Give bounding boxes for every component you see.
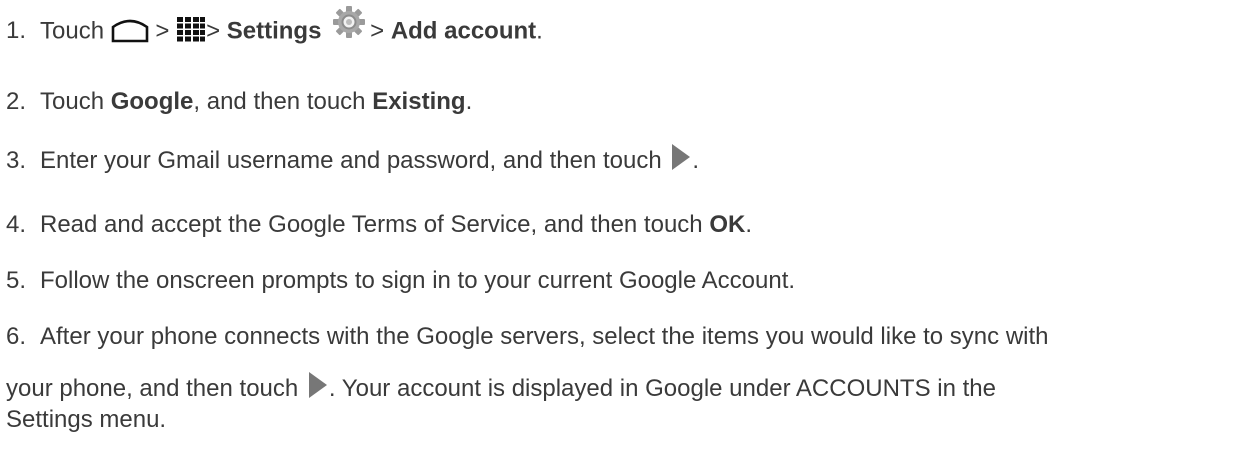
step-6-line-3: Settings menu. bbox=[6, 405, 166, 435]
apps-grid-icon bbox=[176, 16, 206, 42]
step-4: 4. Read and accept the Google Terms of Se… bbox=[6, 210, 752, 240]
step-number: 5. bbox=[6, 267, 27, 294]
step-3: 3. Enter your Gmail username and password… bbox=[6, 143, 700, 176]
step-text: your phone, and then touch bbox=[6, 375, 299, 402]
step-text: Touch bbox=[40, 17, 105, 45]
step-text: . bbox=[536, 17, 543, 45]
step-number: 3. bbox=[6, 147, 27, 174]
step-text: . bbox=[692, 147, 700, 174]
step-text: Settings menu. bbox=[6, 406, 167, 433]
step-2: 2. Touch Google, and then touch Existing. bbox=[6, 87, 472, 117]
bold-text: Existing bbox=[372, 88, 466, 115]
step-number: 2. bbox=[6, 88, 27, 115]
step-text: After your phone connects with the Googl… bbox=[40, 323, 1049, 350]
step-text: Touch bbox=[40, 88, 111, 115]
step-6-line-2: your phone, and then touch . Your accoun… bbox=[6, 371, 996, 404]
step-text: , and then touch bbox=[193, 88, 373, 115]
step-6: 6. After your phone connects with the Goo… bbox=[6, 322, 1049, 352]
next-arrow-icon bbox=[305, 370, 329, 400]
step-number: 6. bbox=[6, 323, 27, 350]
step-1: 1. Touch > > Settings > Add account. bbox=[6, 6, 543, 45]
next-arrow-icon bbox=[668, 142, 692, 172]
step-text: > bbox=[206, 17, 227, 45]
step-text: Follow the onscreen prompts to sign in t… bbox=[40, 267, 796, 294]
bold-text: Google bbox=[110, 88, 194, 115]
step-text: . Your account is displayed in Google un… bbox=[328, 375, 996, 402]
step-text: . bbox=[745, 211, 752, 238]
bold-text: OK bbox=[709, 211, 746, 238]
step-number: 4. bbox=[6, 211, 27, 238]
step-text: > bbox=[155, 17, 170, 45]
step-text: Read and accept the Google Terms of Serv… bbox=[40, 211, 710, 238]
step-text: > bbox=[370, 17, 391, 45]
home-icon bbox=[111, 15, 149, 43]
bold-text: Add account bbox=[390, 17, 537, 45]
step-text: . bbox=[465, 88, 473, 115]
bold-text: Settings bbox=[226, 17, 322, 45]
step-number: 1. bbox=[6, 17, 27, 45]
settings-gear-icon bbox=[332, 5, 366, 39]
step-5: 5. Follow the onscreen prompts to sign in… bbox=[6, 266, 795, 296]
step-text: Enter your Gmail username and password, … bbox=[40, 147, 662, 174]
